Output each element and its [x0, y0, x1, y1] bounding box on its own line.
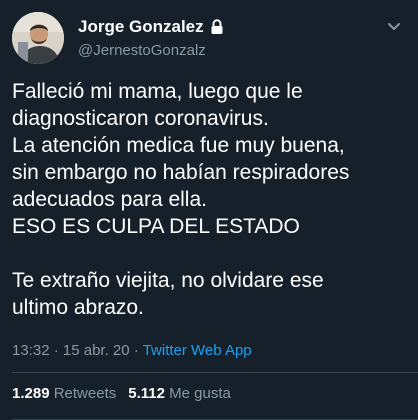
chevron-down-icon[interactable] [386, 18, 402, 34]
likes-count: 5.112 [128, 385, 165, 402]
display-name-row: Jorge Gonzalez [78, 16, 224, 38]
author-identity: Jorge Gonzalez @JernestoGonzalz [78, 16, 224, 59]
tweet-meta: 13:32 · 15 abr. 20 · Twitter Web App [12, 342, 252, 359]
meta-separator: · [53, 342, 63, 359]
likes-stat[interactable]: 5.112 Me gusta [128, 385, 231, 402]
retweets-label: Retweets [53, 385, 117, 402]
tweet-date[interactable]: 15 abr. 20 [63, 342, 130, 359]
meta-separator: · [133, 342, 143, 359]
tweet-text: Falleció mi mama, luego que le diagnosti… [12, 80, 350, 319]
retweets-count: 1.289 [12, 385, 50, 402]
user-handle[interactable]: @JernestoGonzalz [78, 42, 224, 59]
divider [12, 372, 418, 373]
tweet-card: Jorge Gonzalez @JernestoGonzalz Falleció… [0, 0, 418, 420]
retweets-stat[interactable]: 1.289 Retweets [12, 385, 116, 402]
lock-icon [210, 19, 224, 35]
display-name[interactable]: Jorge Gonzalez [78, 17, 204, 37]
avatar[interactable] [12, 12, 64, 64]
likes-label: Me gusta [169, 385, 231, 402]
tweet-time[interactable]: 13:32 [12, 342, 50, 359]
tweet-source-link[interactable]: Twitter Web App [143, 342, 252, 359]
tweet-stats: 1.289 Retweets 5.112 Me gusta [12, 385, 231, 402]
tweet-header: Jorge Gonzalez @JernestoGonzalz [12, 12, 406, 68]
